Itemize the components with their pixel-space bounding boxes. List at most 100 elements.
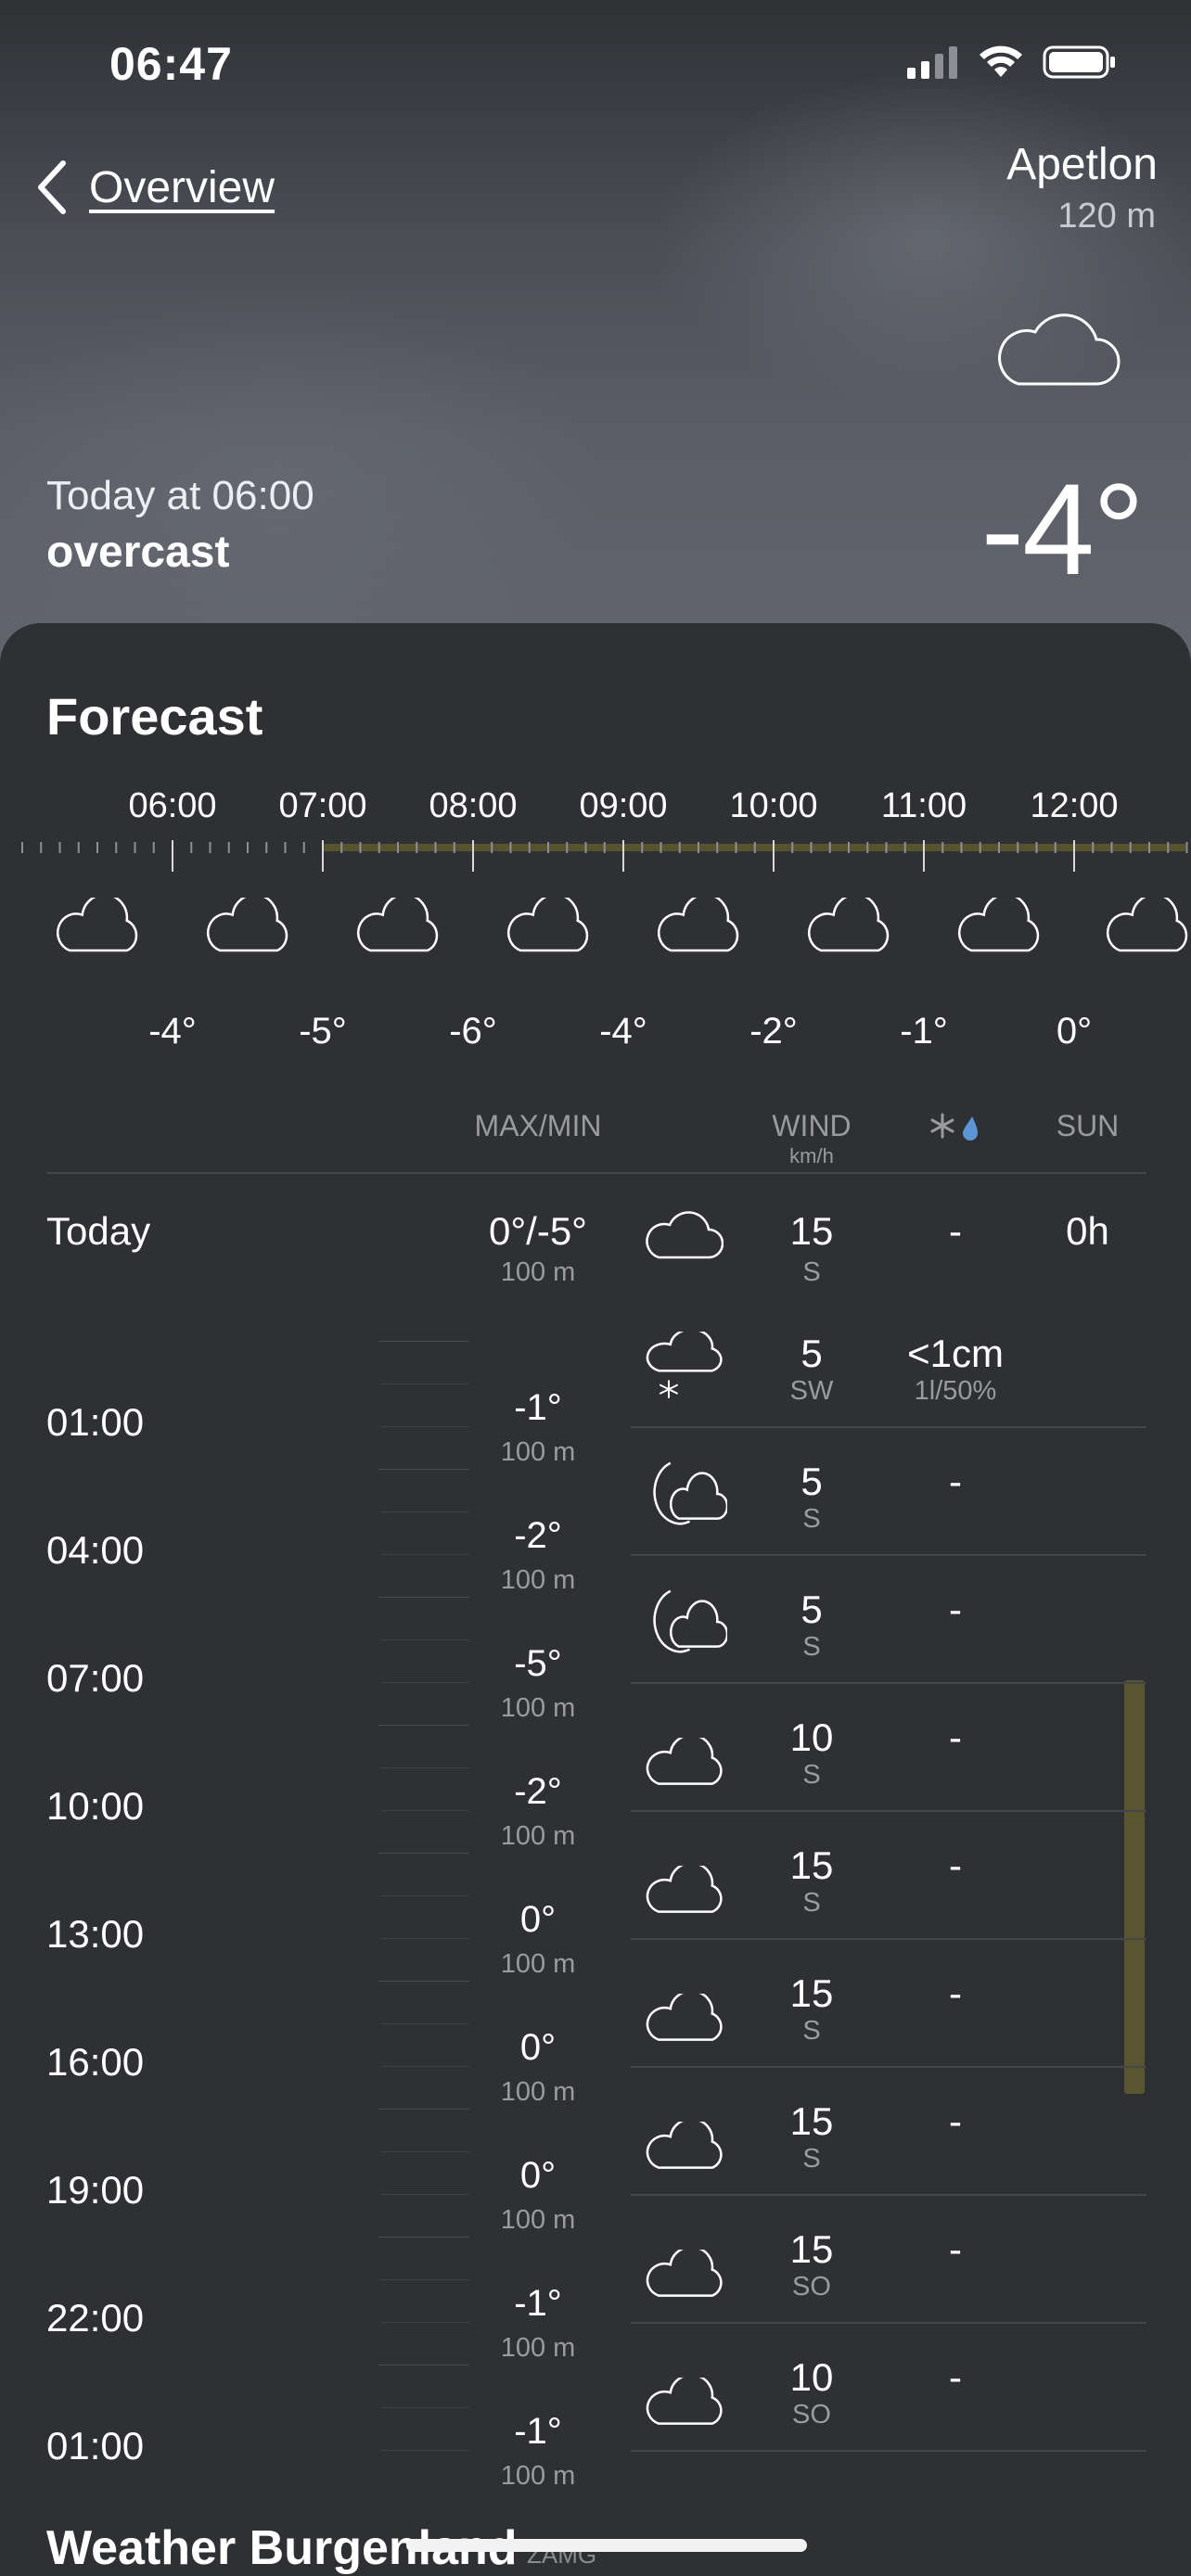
row-precip: - bbox=[949, 1588, 962, 1631]
altitude-scale-tick bbox=[378, 2109, 469, 2110]
hour-time: 09:00 bbox=[579, 786, 668, 825]
row-precip: - bbox=[949, 1971, 962, 2015]
altitude-scale-tick bbox=[380, 2023, 469, 2024]
row-time: 19:00 bbox=[46, 2168, 145, 2212]
row-temperature: -2° bbox=[514, 1515, 562, 1556]
altitude-scale-tick bbox=[380, 1767, 469, 1768]
row-altitude: 100 m bbox=[500, 1437, 576, 1467]
row-precip: <1cm bbox=[907, 1332, 1004, 1375]
current-temperature: -4° bbox=[980, 456, 1145, 602]
altitude-scale-tick bbox=[380, 1895, 469, 1896]
row-precip: - bbox=[949, 2355, 962, 2399]
status-time: 06:47 bbox=[109, 38, 233, 90]
altitude-scale-tick bbox=[378, 2237, 469, 2238]
altitude-scale-tick bbox=[378, 1725, 469, 1726]
hour-time: 12:00 bbox=[1030, 786, 1119, 825]
hour-temperature: 0° bbox=[1056, 1011, 1093, 1052]
back-label[interactable]: Overview bbox=[89, 162, 275, 213]
row-wind: 10 bbox=[789, 2355, 834, 2399]
hour-temperature: -5° bbox=[299, 1011, 347, 1052]
snow-rain-icon bbox=[930, 1113, 978, 1141]
row-wind-direction: S bbox=[802, 2016, 821, 2046]
cloud-icon bbox=[356, 898, 439, 952]
location-name: Apetlon bbox=[1006, 140, 1158, 189]
row-temperature: -5° bbox=[514, 1643, 562, 1684]
row-temperature: -1° bbox=[514, 2283, 562, 2324]
altitude-scale-tick bbox=[378, 1597, 469, 1598]
row-altitude: 100 m bbox=[500, 2205, 576, 2235]
status-icons bbox=[907, 45, 1117, 80]
today-maxmin: 0°/-5° bbox=[489, 1209, 587, 1253]
row-wind-direction: S bbox=[802, 1760, 821, 1790]
altitude-scale-tick bbox=[380, 2450, 469, 2451]
hour-temperature: -4° bbox=[599, 1011, 647, 1052]
altitude-scale-tick bbox=[380, 2322, 469, 2323]
row-time: 22:00 bbox=[46, 2296, 145, 2340]
row-altitude: 100 m bbox=[500, 2333, 576, 2363]
row-divider bbox=[631, 1810, 1146, 1812]
row-wind-direction: SO bbox=[792, 2400, 831, 2429]
cloud-icon bbox=[206, 898, 288, 952]
today-wind-direction: S bbox=[802, 1257, 821, 1287]
row-precip: - bbox=[949, 2227, 962, 2271]
altitude-scale-tick bbox=[380, 2279, 469, 2280]
row-time: 01:00 bbox=[46, 1400, 145, 1444]
row-wind: 15 bbox=[789, 1971, 834, 2015]
row-wind: 15 bbox=[789, 1843, 834, 1887]
cloud-icon bbox=[646, 1738, 723, 1785]
hour-time: 07:00 bbox=[278, 786, 367, 825]
row-time: 16:00 bbox=[46, 2040, 145, 2084]
altitude-scale-tick bbox=[378, 2365, 469, 2366]
altitude-scale-tick bbox=[380, 1639, 469, 1640]
chevron-left-icon bbox=[38, 160, 66, 214]
today-wind: 15 bbox=[789, 1209, 834, 1253]
altitude-scale-tick bbox=[378, 1853, 469, 1854]
today-precip: - bbox=[949, 1209, 962, 1253]
row-wind: 15 bbox=[789, 2099, 834, 2143]
cloud-icon bbox=[646, 1866, 723, 1913]
row-temperature: -1° bbox=[514, 1387, 562, 1428]
row-temperature: 0° bbox=[519, 2027, 557, 2068]
hour-temperature: -6° bbox=[449, 1011, 497, 1052]
altitude-scale-tick bbox=[380, 1511, 469, 1512]
hour-time: 10:00 bbox=[729, 786, 818, 825]
row-time: 01:00 bbox=[46, 2424, 145, 2468]
row-wind-direction: S bbox=[802, 1504, 821, 1534]
altitude-scale-tick bbox=[380, 1682, 469, 1683]
current-condition: overcast bbox=[46, 528, 230, 577]
cloud-icon bbox=[646, 2122, 723, 2169]
header-wind: WIND bbox=[772, 1109, 852, 1142]
cloud-icon bbox=[646, 2250, 723, 2297]
row-time: 04:00 bbox=[46, 1528, 145, 1572]
back-button[interactable]: Overview bbox=[35, 159, 275, 215]
moon-cloud-icon bbox=[653, 1589, 727, 1653]
altitude-scale-tick bbox=[380, 2407, 469, 2408]
row-wind: 15 bbox=[789, 2227, 834, 2271]
header-sun: SUN bbox=[1056, 1109, 1120, 1142]
hour-temperature: -2° bbox=[749, 1011, 798, 1052]
altitude-scale-tick bbox=[378, 1981, 469, 1982]
location-altitude: 120 m bbox=[1057, 197, 1156, 236]
row-divider bbox=[631, 1554, 1146, 1556]
row-divider bbox=[631, 1682, 1146, 1684]
row-wind: 5 bbox=[800, 1460, 823, 1503]
cloud-icon bbox=[646, 1211, 724, 1259]
altitude-scale-tick bbox=[380, 2066, 469, 2067]
forecast-title: Forecast bbox=[46, 687, 263, 746]
hour-time: 08:00 bbox=[429, 786, 518, 825]
header-wind-unit: km/h bbox=[789, 1144, 834, 1167]
hour-time: 06:00 bbox=[128, 786, 217, 825]
altitude-scale-tick bbox=[380, 1554, 469, 1555]
cloud-icon bbox=[646, 2378, 723, 2425]
altitude-scale-tick bbox=[380, 2151, 469, 2152]
row-precip-detail: 1l/50% bbox=[914, 1376, 997, 1406]
row-wind: 5 bbox=[800, 1332, 823, 1375]
cloud-icon bbox=[56, 898, 138, 952]
home-indicator[interactable] bbox=[406, 2539, 807, 2552]
hour-temperature: -4° bbox=[148, 1011, 197, 1052]
row-altitude: 100 m bbox=[500, 1821, 576, 1851]
row-temperature: -2° bbox=[514, 1771, 562, 1812]
altitude-scale-tick bbox=[380, 1810, 469, 1811]
row-wind-direction: SO bbox=[792, 2272, 831, 2302]
cloud-icon bbox=[646, 1994, 723, 2041]
